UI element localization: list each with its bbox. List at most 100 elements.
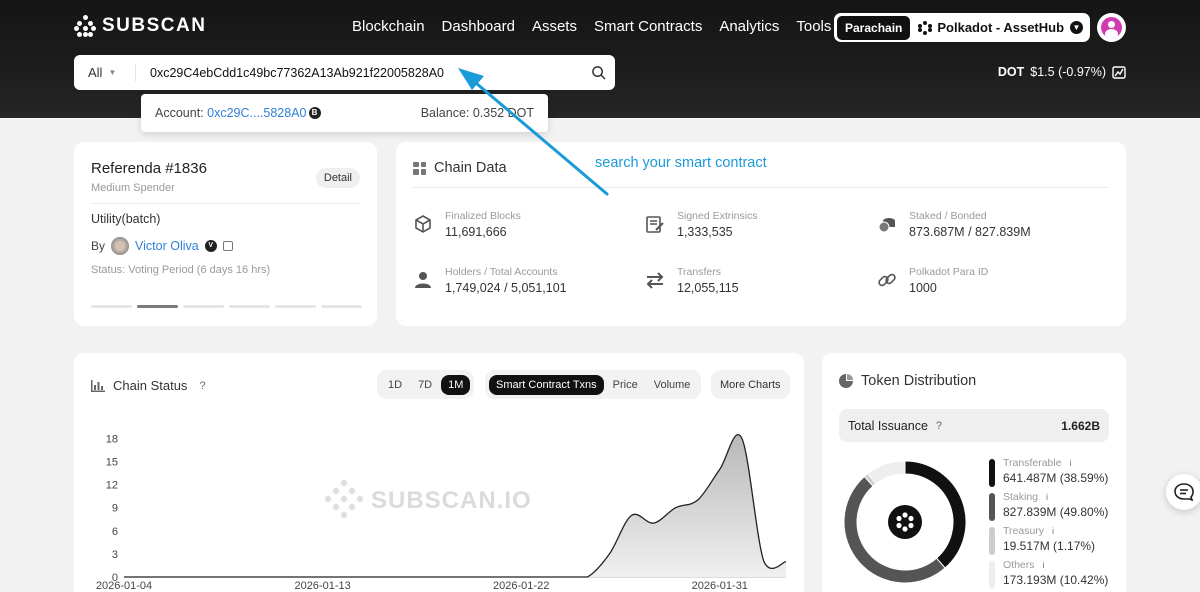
nav-smart-contracts[interactable]: Smart Contracts bbox=[594, 18, 702, 35]
user-avatar[interactable] bbox=[1097, 13, 1126, 42]
logo[interactable]: SUBSCAN bbox=[74, 15, 206, 37]
stat-value[interactable]: 11,691,666 bbox=[445, 225, 521, 239]
data-point[interactable] bbox=[651, 520, 657, 526]
pager-segment[interactable] bbox=[275, 305, 316, 308]
total-issuance: Total Issuance ? 1.662B bbox=[839, 409, 1109, 442]
nav-blockchain[interactable]: Blockchain bbox=[352, 18, 425, 35]
nav-tools[interactable]: Tools bbox=[796, 18, 831, 35]
referenda-card: Referenda #1836 Medium Spender Detail Ut… bbox=[74, 142, 377, 326]
data-point[interactable] bbox=[209, 574, 215, 580]
search-input[interactable] bbox=[150, 65, 581, 80]
coins-icon bbox=[878, 218, 895, 233]
data-point[interactable] bbox=[540, 574, 546, 580]
legend-others[interactable]: Others i 173.193M (10.42%) bbox=[989, 559, 1108, 592]
data-point[interactable] bbox=[121, 574, 127, 580]
center-dot bbox=[902, 512, 908, 518]
chain-data-title: Chain Data bbox=[434, 160, 507, 176]
data-point[interactable] bbox=[739, 435, 745, 441]
y-tick-label: 18 bbox=[106, 433, 118, 445]
data-point[interactable] bbox=[275, 574, 281, 580]
data-point[interactable] bbox=[562, 574, 568, 580]
data-point[interactable] bbox=[761, 559, 767, 565]
help-icon[interactable]: ? bbox=[936, 420, 942, 432]
data-point[interactable] bbox=[474, 574, 480, 580]
price-chart-icon[interactable] bbox=[1112, 65, 1126, 79]
watermark-dot bbox=[332, 503, 340, 511]
data-point[interactable] bbox=[253, 574, 259, 580]
detail-button[interactable]: Detail bbox=[315, 168, 360, 188]
data-point[interactable] bbox=[496, 574, 502, 580]
data-point[interactable] bbox=[717, 466, 723, 472]
token-legend: Transferable i 641.487M (38.59%) Staking i… bbox=[989, 457, 1108, 592]
info-icon[interactable]: i bbox=[1046, 492, 1048, 502]
data-point[interactable] bbox=[584, 574, 590, 580]
search-suggestion[interactable]: Account: 0xc29C....5828A0 B Balance: 0.3… bbox=[141, 94, 548, 132]
info-icon[interactable]: i bbox=[1043, 560, 1045, 570]
stat-value[interactable]: 1,749,024 / 5,051,101 bbox=[445, 281, 567, 295]
nav-analytics[interactable]: Analytics bbox=[719, 18, 779, 35]
data-point[interactable] bbox=[629, 512, 635, 518]
data-point[interactable] bbox=[430, 574, 436, 580]
network-name-text: Polkadot - AssetHub bbox=[937, 20, 1065, 35]
data-point[interactable] bbox=[386, 574, 392, 580]
center-dot bbox=[896, 522, 902, 529]
search-type-select[interactable]: All ▼ bbox=[74, 64, 136, 81]
token-price: DOT $1.5 (-0.97%) bbox=[998, 65, 1126, 79]
legend-treasury[interactable]: Treasury i 19.517M (1.17%) bbox=[989, 525, 1108, 559]
chevron-down-icon: ▼ bbox=[1070, 21, 1083, 34]
pager-segment[interactable] bbox=[183, 305, 224, 308]
stat-value[interactable]: 1000 bbox=[909, 281, 988, 295]
watermark-dot bbox=[356, 495, 364, 503]
legend-label: Staking bbox=[1003, 491, 1039, 503]
data-point[interactable] bbox=[298, 574, 304, 580]
copy-icon[interactable] bbox=[222, 241, 233, 251]
data-point[interactable] bbox=[320, 574, 326, 580]
stat-label: Holders / Total Accounts bbox=[445, 266, 558, 278]
network-switcher[interactable]: Parachain Polkadot - AssetHub ▼ bbox=[834, 13, 1090, 42]
x-tick-label: 2026-01-22 bbox=[493, 580, 549, 592]
data-point[interactable] bbox=[231, 574, 237, 580]
data-point[interactable] bbox=[364, 574, 370, 580]
nav-dashboard[interactable]: Dashboard bbox=[442, 18, 515, 35]
data-point[interactable] bbox=[606, 551, 612, 557]
search-type-label: All bbox=[88, 65, 103, 80]
data-point[interactable] bbox=[673, 505, 679, 511]
legend-transferable[interactable]: Transferable i 641.487M (38.59%) bbox=[989, 457, 1108, 491]
data-point[interactable] bbox=[408, 574, 414, 580]
pie-chart-icon bbox=[839, 374, 853, 388]
stat-value[interactable]: 1,333,535 bbox=[677, 225, 758, 239]
stat-value[interactable]: 12,055,115 bbox=[677, 281, 739, 295]
pager-segment[interactable] bbox=[229, 305, 270, 308]
data-point[interactable] bbox=[783, 559, 789, 565]
data-point[interactable] bbox=[695, 497, 701, 503]
stat-label: Transfers bbox=[677, 266, 721, 278]
data-point[interactable] bbox=[143, 574, 149, 580]
logo-text: SUBSCAN bbox=[102, 15, 207, 36]
stat-label: Polkadot Para ID bbox=[909, 266, 989, 278]
x-tick-label: 2026-01-04 bbox=[96, 580, 152, 592]
search-button[interactable] bbox=[581, 65, 615, 80]
referenda-proposer: By Victor Oliva V bbox=[91, 237, 360, 255]
data-point[interactable] bbox=[452, 574, 458, 580]
pager-segment[interactable] bbox=[91, 305, 132, 308]
stat-value[interactable]: 873.687M / 827.839M bbox=[909, 225, 1031, 239]
info-icon[interactable]: i bbox=[1070, 458, 1072, 468]
info-icon[interactable]: i bbox=[1052, 526, 1054, 536]
token-distribution-card: Token Distribution Total Issuance ? 1.66… bbox=[822, 353, 1126, 592]
data-point[interactable] bbox=[518, 574, 524, 580]
y-tick-label: 12 bbox=[106, 480, 118, 492]
legend-color bbox=[989, 561, 995, 589]
pager-segment[interactable] bbox=[321, 305, 362, 308]
grid-icon bbox=[413, 161, 426, 175]
data-point[interactable] bbox=[165, 574, 171, 580]
data-point[interactable] bbox=[342, 574, 348, 580]
proposer-name[interactable]: Victor Oliva bbox=[135, 239, 199, 253]
suggestion-account-address[interactable]: 0xc29C....5828A0 bbox=[207, 106, 306, 120]
legend-staking[interactable]: Staking i 827.839M (49.80%) bbox=[989, 491, 1108, 525]
chat-button[interactable] bbox=[1166, 474, 1200, 510]
referenda-call: Utility(batch) bbox=[91, 212, 161, 226]
nav-assets[interactable]: Assets bbox=[532, 18, 577, 35]
donut-slice[interactable] bbox=[867, 460, 906, 485]
data-point[interactable] bbox=[187, 574, 193, 580]
pager-segment[interactable] bbox=[137, 305, 178, 308]
